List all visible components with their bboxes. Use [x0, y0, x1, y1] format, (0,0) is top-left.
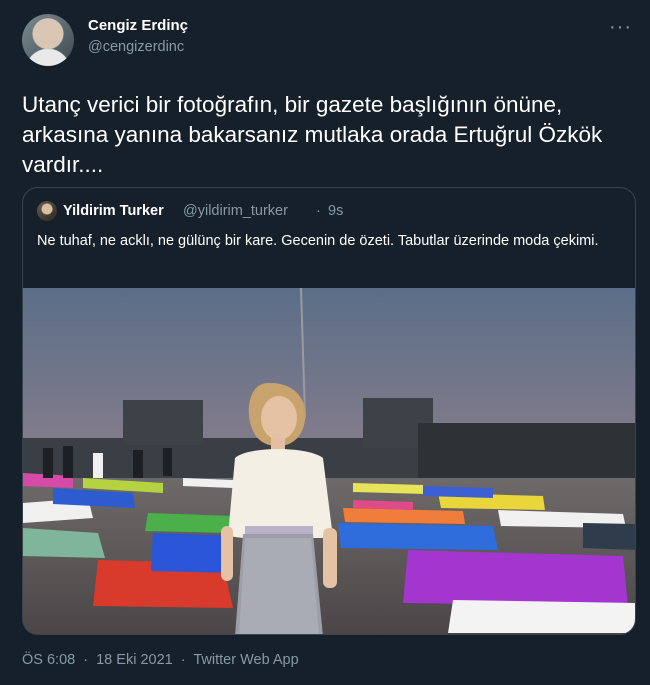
author-name[interactable]: Cengiz Erdinç	[88, 17, 188, 34]
quoted-photo[interactable]	[23, 288, 636, 635]
quoted-separator: ·	[316, 203, 321, 219]
meta-separator: ·	[83, 652, 89, 668]
tweet-header: Cengiz Erdinç @cengizerdinc ···	[22, 14, 632, 66]
meta-separator: ·	[180, 652, 186, 668]
quoted-avatar[interactable]	[37, 201, 57, 221]
quoted-author-handle[interactable]: @yildirim_turker	[183, 203, 288, 219]
quoted-tweet[interactable]: Yildirim Turker @yildirim_turker · 9s Ne…	[22, 187, 636, 635]
tweet-time[interactable]: ÖS 6:08	[22, 652, 75, 668]
more-icon[interactable]: ···	[609, 16, 632, 39]
avatar[interactable]	[22, 14, 74, 66]
author-handle[interactable]: @cengizerdinc	[88, 39, 184, 55]
tweet-date[interactable]: 18 Eki 2021	[96, 652, 173, 668]
quoted-text: Ne tuhaf, ne acklı, ne gülünç bir kare. …	[37, 233, 599, 249]
tweet-meta: ÖS 6:08 · 18 Eki 2021 · Twitter Web App	[22, 652, 303, 668]
tweet-source[interactable]: Twitter Web App	[193, 652, 298, 668]
tweet: Cengiz Erdinç @cengizerdinc ··· Utanç ve…	[0, 0, 650, 685]
quoted-timestamp[interactable]: 9s	[328, 203, 343, 219]
tweet-text: Utanç verici bir fotoğrafın, bir gazete …	[22, 92, 603, 177]
quoted-author-name[interactable]: Yildirim Turker	[63, 203, 164, 219]
